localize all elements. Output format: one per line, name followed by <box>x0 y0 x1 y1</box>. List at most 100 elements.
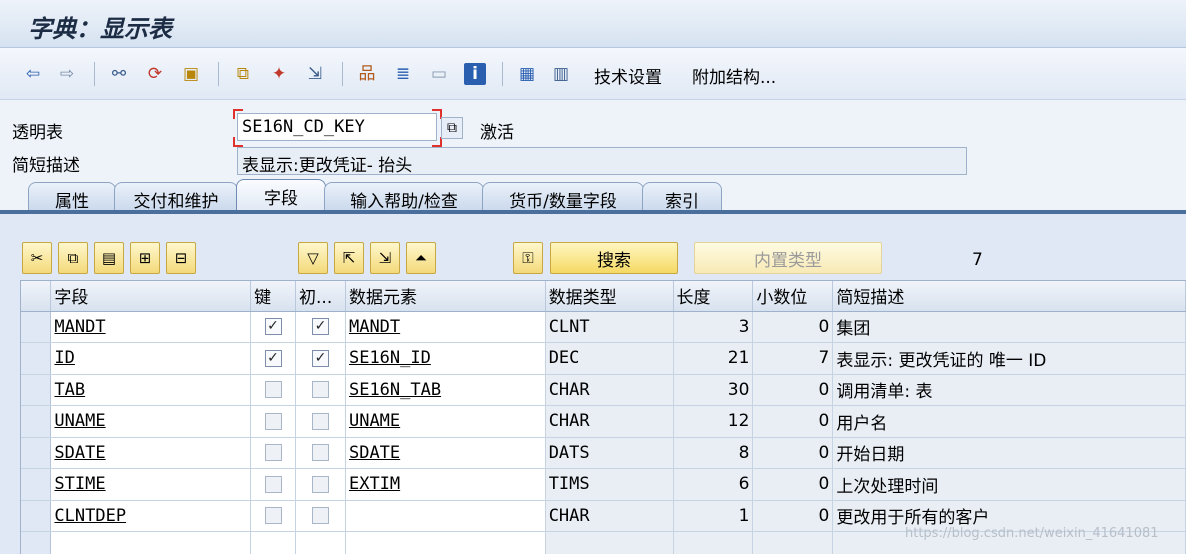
col-header-data-type[interactable]: 数据类型 <box>545 281 674 312</box>
field-name[interactable]: TAB <box>50 374 252 406</box>
tech-settings-button[interactable]: 技术设置 <box>594 63 662 88</box>
forward-arrow-icon[interactable]: ⇨ <box>56 63 78 85</box>
col-header-data-element[interactable]: 数据元素 <box>345 281 546 312</box>
key-checkbox: ✓ <box>250 311 297 343</box>
field-name[interactable]: MANDT <box>50 311 252 343</box>
short-description: 上次处理时间 <box>832 468 1186 501</box>
select-all-header[interactable] <box>21 281 52 312</box>
unchecked-checkbox[interactable] <box>311 507 329 525</box>
data-element[interactable]: SDATE <box>345 437 546 469</box>
tab-input-help[interactable]: 输入帮助/检查 <box>324 182 484 212</box>
display-change-icon[interactable]: ⟳ <box>144 63 166 85</box>
tab-currency[interactable]: 货币/数量字段 <box>482 182 644 212</box>
paste-icon[interactable]: ▤ <box>94 242 124 274</box>
table-grid-icon[interactable]: ▥ <box>550 63 572 85</box>
data-element[interactable]: SE16N_ID <box>345 342 546 375</box>
unchecked-checkbox[interactable] <box>264 381 282 399</box>
insert-row-icon[interactable]: ⊞ <box>130 242 160 274</box>
builtin-type-button[interactable]: 内置类型 <box>694 242 882 274</box>
field-name[interactable]: CLNTDEP <box>50 500 252 532</box>
checked-checkbox[interactable]: ✓ <box>311 318 329 336</box>
row-selector[interactable] <box>21 500 52 532</box>
col-header-length[interactable]: 长度 <box>673 281 754 312</box>
data-type: CHAR <box>545 500 674 532</box>
table-row[interactable]: STIME EXTIM TIMS 6 0 上次处理时间 <box>21 468 1186 501</box>
append-structure-button[interactable]: 附加结构... <box>692 63 776 88</box>
stack-icon[interactable]: ≣ <box>392 63 414 85</box>
tab-delivery[interactable]: 交付和维护 <box>114 182 238 212</box>
table-row[interactable]: SDATE SDATE DATS 8 0 开始日期 <box>21 437 1186 469</box>
col-header-field[interactable]: 字段 <box>50 281 252 312</box>
checked-checkbox[interactable]: ✓ <box>311 349 329 367</box>
data-element[interactable]: EXTIM <box>345 468 546 501</box>
last-page-icon[interactable]: ⇲ <box>370 242 400 274</box>
first-page-icon[interactable]: ⇱ <box>334 242 364 274</box>
copy-row-icon[interactable]: ⧉ <box>58 242 88 274</box>
fields-table: 字段 键 初... 数据元素 数据类型 长度 小数位 简短描述 MANDT ✓ ✓ M… <box>20 280 1186 554</box>
short-desc-field[interactable]: 表显示:更改凭证- 抬头 <box>237 147 967 176</box>
tab-attributes[interactable]: 属性 <box>28 182 116 212</box>
field-name[interactable]: SDATE <box>50 437 252 469</box>
data-element[interactable] <box>345 500 546 532</box>
unchecked-checkbox[interactable] <box>311 475 329 493</box>
field-name[interactable]: UNAME <box>50 405 252 438</box>
hierarchy-icon[interactable]: 品 <box>356 63 378 85</box>
where-used-icon[interactable]: ⧉ <box>232 63 254 85</box>
unchecked-checkbox[interactable] <box>264 475 282 493</box>
unchecked-checkbox[interactable] <box>264 507 282 525</box>
unchecked-checkbox[interactable] <box>311 444 329 462</box>
data-type: CLNT <box>545 311 674 343</box>
unchecked-checkbox[interactable] <box>311 381 329 399</box>
checked-checkbox[interactable]: ✓ <box>264 349 282 367</box>
key-icon[interactable]: ⚿ <box>513 242 543 274</box>
row-selector[interactable] <box>21 437 52 469</box>
table-name-field[interactable]: SE16N_CD_KEY <box>237 113 437 141</box>
tab-fields[interactable]: 字段 <box>236 179 326 212</box>
glasses-icon[interactable]: ⚯ <box>108 63 130 85</box>
field-name[interactable]: STIME <box>50 468 252 501</box>
field-name[interactable]: ID <box>50 342 252 375</box>
layout-icon[interactable]: ▭ <box>428 63 450 85</box>
data-element[interactable]: MANDT <box>345 311 546 343</box>
search-button[interactable]: 搜索 <box>550 242 678 274</box>
filter-down-icon[interactable]: ▽ <box>298 242 328 274</box>
copy-icon[interactable]: ⧉ <box>441 117 463 139</box>
cut-icon[interactable]: ✂ <box>22 242 52 274</box>
row-selector[interactable] <box>21 405 52 438</box>
unchecked-checkbox[interactable] <box>311 412 329 430</box>
empty-cell <box>545 531 674 554</box>
empty-cell <box>250 531 297 554</box>
short-description: 表显示: 更改凭证的 唯一 ID <box>832 342 1186 375</box>
data-element[interactable]: SE16N_TAB <box>345 374 546 406</box>
row-selector[interactable] <box>21 311 52 343</box>
info-icon[interactable]: i <box>464 63 486 85</box>
wand-icon[interactable]: ✦ <box>268 63 290 85</box>
col-header-decimals[interactable]: 小数位 <box>752 281 834 312</box>
unchecked-checkbox[interactable] <box>264 444 282 462</box>
table-row[interactable]: ID ✓ ✓ SE16N_ID DEC 21 7 表显示: 更改凭证的 唯一 ID <box>21 342 1186 375</box>
row-selector[interactable] <box>21 374 52 406</box>
checked-checkbox[interactable]: ✓ <box>264 318 282 336</box>
structure-icon[interactable]: ▦ <box>516 63 538 85</box>
object-icon[interactable]: ▣ <box>180 63 202 85</box>
table-row[interactable]: MANDT ✓ ✓ MANDT CLNT 3 0 集团 <box>21 311 1186 343</box>
delete-row-icon[interactable]: ⊟ <box>166 242 196 274</box>
tab-index[interactable]: 索引 <box>642 182 722 212</box>
data-element[interactable]: UNAME <box>345 405 546 438</box>
row-selector[interactable] <box>21 342 52 375</box>
table-row[interactable]: UNAME UNAME CHAR 12 0 用户名 <box>21 405 1186 438</box>
col-header-description[interactable]: 简短描述 <box>832 281 1186 312</box>
row-selector[interactable] <box>21 468 52 501</box>
transport-icon[interactable]: ⇲ <box>304 63 326 85</box>
unchecked-checkbox[interactable] <box>264 412 282 430</box>
data-type: DEC <box>545 342 674 375</box>
key-checkbox <box>250 468 297 501</box>
col-header-initial[interactable]: 初... <box>295 281 346 312</box>
watermark: https://blog.csdn.net/weixin_41641081 <box>905 526 1159 541</box>
back-arrow-icon[interactable]: ⇦ <box>22 63 44 85</box>
key-checkbox <box>250 500 297 532</box>
decimals: 0 <box>752 405 834 438</box>
table-row[interactable]: TAB SE16N_TAB CHAR 30 0 调用清单: 表 <box>21 374 1186 406</box>
col-header-key[interactable]: 键 <box>250 281 297 312</box>
scroll-up-icon[interactable]: ⏶ <box>406 242 436 274</box>
